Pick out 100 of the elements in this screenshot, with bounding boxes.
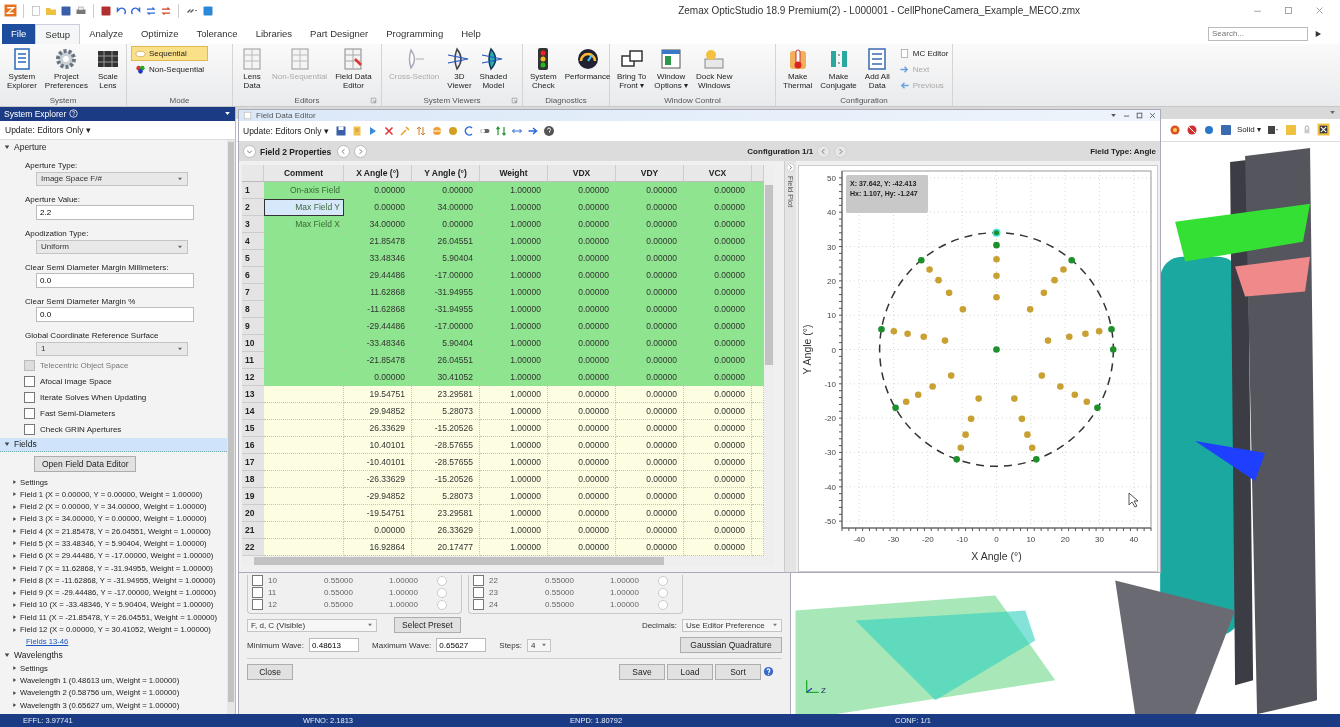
app-icon[interactable] [4, 4, 17, 18]
print-icon[interactable] [75, 5, 87, 17]
input-field[interactable]: 0.0 [36, 273, 194, 289]
gaussian-quadrature-button[interactable]: Gaussian Quadrature [680, 637, 782, 654]
section-header[interactable]: Aperture [0, 139, 227, 154]
next-button[interactable] [354, 145, 368, 159]
ribbon-button[interactable]: Make Thermal [780, 45, 816, 91]
fullscreen-icon[interactable] [1317, 123, 1330, 137]
dialog-button[interactable]: Sort [715, 663, 761, 680]
next-button[interactable] [834, 145, 848, 159]
dialog-button[interactable]: Load [667, 663, 713, 680]
maximize-icon[interactable] [1284, 6, 1293, 16]
checkbox[interactable]: Iterate Solves When Updating [0, 389, 153, 406]
ribbon-button[interactable]: Performance [561, 45, 614, 82]
dialog-button[interactable]: Save [619, 663, 665, 680]
dropdown-icon[interactable] [224, 110, 231, 118]
column-header[interactable]: VDX [548, 164, 616, 182]
column-header[interactable]: Weight [480, 164, 548, 182]
section-header[interactable]: Wavelengths [0, 648, 227, 662]
ribbon-button[interactable]: Window Options ▾ [651, 45, 691, 91]
ribbon-tab[interactable]: Setup [35, 23, 81, 44]
ribbon-button[interactable]: Lens Data [237, 45, 267, 91]
checkbox[interactable] [473, 599, 484, 611]
section-header[interactable]: Fields [0, 437, 227, 452]
search-field[interactable]: Search... [1208, 26, 1308, 41]
ribbon-button[interactable]: Dock New Windows [693, 45, 736, 91]
collapse-arrow-icon[interactable] [4, 143, 10, 150]
ribbon-button[interactable]: System Check [527, 45, 560, 91]
swap-icon[interactable] [160, 5, 172, 17]
ribbon-tab[interactable]: File [2, 23, 36, 44]
help-icon[interactable] [69, 109, 79, 119]
dropdown[interactable]: 1 [36, 341, 188, 356]
input-field[interactable]: 0.0 [36, 307, 194, 323]
ribbon-button[interactable]: Bring To Front ▾ [614, 45, 650, 91]
checkbox[interactable] [252, 599, 263, 611]
update-mode-dropdown[interactable]: Update: Editors Only ▾ [243, 126, 329, 137]
column-header[interactable]: VDY [616, 164, 684, 182]
checkbox[interactable]: Fast Semi-Diameters [0, 405, 122, 422]
radio-button[interactable] [658, 599, 668, 610]
ribbon-button[interactable]: Scale Lens [92, 45, 123, 91]
column-header[interactable] [752, 164, 764, 182]
arrow-icon[interactable] [526, 125, 539, 138]
ribbon-button[interactable]: 3D Viewer [444, 45, 475, 91]
circle-icon[interactable] [430, 125, 443, 138]
circle-icon[interactable] [1203, 123, 1215, 136]
ribbon-button[interactable]: Make Conjugate [817, 45, 860, 91]
dropdown-icon[interactable] [1110, 111, 1117, 119]
previous-button[interactable] [337, 145, 351, 159]
scrollbar-thumb[interactable] [765, 184, 773, 365]
scrollbar-thumb[interactable] [254, 556, 664, 565]
radio-button[interactable] [658, 575, 668, 586]
input-field[interactable]: 0.48613 [309, 638, 360, 653]
scrollbar-thumb[interactable] [228, 141, 234, 702]
column-header[interactable]: Comment [264, 164, 344, 182]
ribbon-button[interactable]: Shaded Model [476, 45, 511, 91]
radio-button[interactable] [658, 587, 668, 598]
search-icon[interactable] [1314, 29, 1322, 38]
checkbox[interactable] [473, 587, 484, 599]
column-header[interactable]: Y Angle (°) [412, 164, 480, 182]
checkbox[interactable]: Check GRIN Apertures [0, 421, 128, 438]
ribbon-tab[interactable]: Tolerance [187, 23, 247, 44]
preset-dropdown[interactable]: F, d, C (Visible) [247, 618, 377, 632]
collapse-arrow-icon[interactable] [4, 441, 10, 448]
input-field[interactable]: 2.2 [36, 205, 194, 221]
ribbon-button[interactable]: Field Data Editor [332, 45, 375, 91]
close-icon[interactable] [1149, 111, 1156, 119]
render-mode-dropdown[interactable]: Solid ▾ [1237, 125, 1261, 135]
column-header[interactable]: VCX [684, 164, 752, 182]
circle-icon[interactable] [446, 125, 459, 138]
delete-icon[interactable] [382, 125, 395, 138]
ribbon-tab[interactable]: Programming [377, 23, 453, 44]
help-icon[interactable] [763, 666, 774, 678]
ribbon-button[interactable]: Non-Sequential [131, 61, 209, 77]
launcher-icon[interactable] [370, 96, 377, 104]
column-header[interactable]: X Angle (°) [344, 164, 412, 182]
sort-icon[interactable] [414, 125, 427, 138]
dropdown[interactable]: Image Space F/# [36, 171, 188, 186]
ribbon-tab[interactable]: Libraries [246, 23, 302, 44]
maximize-icon[interactable] [1136, 111, 1143, 119]
swap-icon[interactable] [494, 125, 507, 138]
ribbon-button[interactable]: Add All Data [861, 45, 893, 91]
ribbon-button[interactable]: Project Preferences [41, 45, 91, 91]
new-file-icon[interactable] [30, 5, 42, 17]
ribbon-tab[interactable]: Part Designer [301, 23, 378, 44]
ribbon-tab[interactable]: Help [452, 23, 490, 44]
ribbon-button[interactable]: MC Editor [894, 45, 953, 61]
checkbox[interactable]: Afocal Image Space [0, 373, 118, 390]
ribbon-tab[interactable]: Optimize [131, 23, 188, 44]
input-field[interactable]: 0.65627 [436, 638, 487, 653]
curve-icon[interactable] [462, 125, 475, 138]
lock-icon[interactable] [1302, 123, 1312, 136]
decimals-dropdown[interactable]: Use Editor Preference [682, 618, 782, 632]
ribbon-tab[interactable]: Analyze [80, 23, 132, 44]
open-editor-button[interactable]: Open Field Data Editor [34, 455, 137, 472]
swap-icon[interactable] [145, 5, 157, 17]
ribbon-button[interactable]: Sequential [131, 45, 209, 61]
collapse-arrow-icon[interactable] [4, 652, 10, 658]
close-icon[interactable] [1315, 6, 1324, 16]
redo-icon[interactable] [130, 5, 142, 17]
undo-icon[interactable] [115, 5, 127, 17]
